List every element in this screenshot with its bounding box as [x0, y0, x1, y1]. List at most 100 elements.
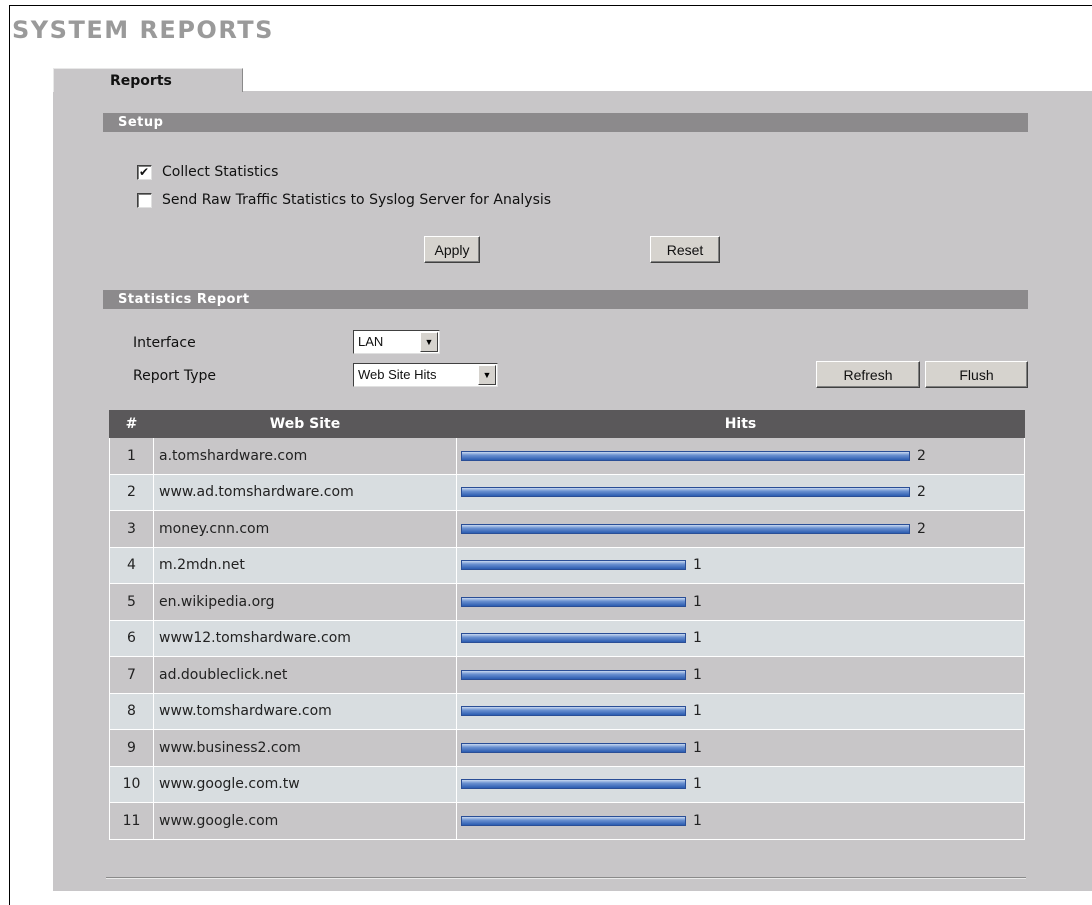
hits-bar — [461, 596, 686, 607]
hits-bar-container: 1 — [461, 703, 1024, 719]
hits-bar — [461, 779, 686, 790]
row-hits: 2 — [456, 473, 1025, 511]
row-hits: 1 — [456, 765, 1025, 803]
hits-bar-container: 2 — [461, 484, 1024, 500]
row-web-site: ad.doubleclick.net — [153, 656, 457, 694]
chevron-down-icon[interactable]: ▼ — [478, 365, 496, 385]
hits-value: 2 — [917, 484, 926, 501]
column-header-web-site: Web Site — [153, 410, 457, 438]
row-number: 8 — [109, 692, 154, 730]
hits-bar-container: 1 — [461, 813, 1024, 829]
hits-bar — [461, 450, 910, 461]
table-row: 11 www.google.com 1 — [109, 802, 1025, 840]
hits-value: 2 — [917, 520, 926, 537]
interface-select-value: LAN — [358, 334, 384, 349]
row-hits: 1 — [456, 619, 1025, 657]
table-row: 10 www.google.com.tw 1 — [109, 765, 1025, 803]
hits-bar — [461, 523, 910, 534]
row-web-site: www.business2.com — [153, 729, 457, 767]
hits-bar — [461, 633, 686, 644]
row-number: 3 — [109, 510, 154, 548]
table-row: 5 en.wikipedia.org 1 — [109, 583, 1025, 621]
hits-value: 2 — [917, 447, 926, 464]
row-web-site: www.tomshardware.com — [153, 692, 457, 730]
row-hits: 1 — [456, 656, 1025, 694]
hits-bar-container: 1 — [461, 630, 1024, 646]
statistics-report-section-header: Statistics Report — [103, 290, 1028, 309]
table-body: 1 a.tomshardware.com 2 2 www.ad.tomshardware… — [109, 437, 1025, 840]
row-web-site: en.wikipedia.org — [153, 583, 457, 621]
send-raw-label: Send Raw Traffic Statistics to Syslog Se… — [162, 192, 552, 208]
hits-bar — [461, 669, 686, 680]
row-number: 11 — [109, 802, 154, 840]
bottom-divider — [106, 877, 1026, 879]
report-type-label: Report Type — [133, 368, 217, 384]
row-hits: 1 — [456, 546, 1025, 584]
row-web-site: www.google.com.tw — [153, 765, 457, 803]
table-row: 2 www.ad.tomshardware.com 2 — [109, 473, 1025, 511]
collect-statistics-row: ✔ Collect Statistics — [137, 164, 278, 180]
hits-value: 1 — [693, 593, 702, 610]
row-web-site: www.ad.tomshardware.com — [153, 473, 457, 511]
hits-bar — [461, 487, 910, 498]
column-header-hits: Hits — [456, 410, 1025, 438]
hits-bar — [461, 742, 686, 753]
table-row: 4 m.2mdn.net 1 — [109, 546, 1025, 584]
row-hits: 1 — [456, 583, 1025, 621]
row-hits: 2 — [456, 510, 1025, 548]
row-number: 7 — [109, 656, 154, 694]
hits-value: 1 — [693, 739, 702, 756]
table-row: 8 www.tomshardware.com 1 — [109, 692, 1025, 730]
collect-statistics-label: Collect Statistics — [162, 164, 279, 180]
table-row: 9 www.business2.com 1 — [109, 729, 1025, 767]
hits-value: 1 — [693, 776, 702, 793]
hits-value: 1 — [693, 703, 702, 720]
hits-bar-container: 1 — [461, 740, 1024, 756]
flush-button[interactable]: Flush — [925, 361, 1028, 388]
collect-statistics-checkbox[interactable]: ✔ — [137, 164, 152, 180]
table-header-row: # Web Site Hits — [109, 410, 1025, 438]
chevron-down-icon[interactable]: ▼ — [420, 332, 438, 352]
report-type-select[interactable]: Web Site Hits ▼ — [353, 363, 498, 387]
row-hits: 1 — [456, 802, 1025, 840]
row-web-site: www.google.com — [153, 802, 457, 840]
table-row: 6 www12.tomshardware.com 1 — [109, 619, 1025, 657]
page-title: SYSTEM REPORTS — [12, 16, 274, 44]
row-hits: 2 — [456, 437, 1025, 475]
check-icon: ✔ — [139, 164, 150, 179]
interface-select[interactable]: LAN ▼ — [353, 330, 440, 354]
row-hits: 1 — [456, 692, 1025, 730]
setup-section-header: Setup — [103, 113, 1028, 132]
hits-value: 1 — [693, 630, 702, 647]
hits-bar-container: 1 — [461, 776, 1024, 792]
row-number: 6 — [109, 619, 154, 657]
row-web-site: money.cnn.com — [153, 510, 457, 548]
hits-bar — [461, 706, 686, 717]
hits-value: 1 — [693, 666, 702, 683]
row-web-site: m.2mdn.net — [153, 546, 457, 584]
column-header-number: # — [109, 410, 154, 438]
apply-button[interactable]: Apply — [424, 236, 480, 263]
row-hits: 1 — [456, 729, 1025, 767]
hits-bar — [461, 560, 686, 571]
hits-bar-container: 2 — [461, 521, 1024, 537]
table-row: 1 a.tomshardware.com 2 — [109, 437, 1025, 475]
hits-bar-container: 1 — [461, 557, 1024, 573]
hits-value: 1 — [693, 557, 702, 574]
table-row: 7 ad.doubleclick.net 1 — [109, 656, 1025, 694]
tab-reports[interactable]: Reports — [53, 68, 243, 92]
send-raw-checkbox[interactable] — [137, 192, 152, 208]
statistics-table: # Web Site Hits 1 a.tomshardware.com 2 2 www… — [109, 410, 1025, 840]
row-number: 4 — [109, 546, 154, 584]
report-type-select-value: Web Site Hits — [358, 367, 437, 382]
row-number: 9 — [109, 729, 154, 767]
refresh-button[interactable]: Refresh — [816, 361, 920, 388]
hits-value: 1 — [693, 812, 702, 829]
row-web-site: a.tomshardware.com — [153, 437, 457, 475]
hits-bar-container: 2 — [461, 448, 1024, 464]
hits-bar-container: 1 — [461, 667, 1024, 683]
row-number: 2 — [109, 473, 154, 511]
hits-bar-container: 1 — [461, 594, 1024, 610]
reset-button[interactable]: Reset — [650, 236, 720, 263]
interface-label: Interface — [133, 335, 196, 351]
